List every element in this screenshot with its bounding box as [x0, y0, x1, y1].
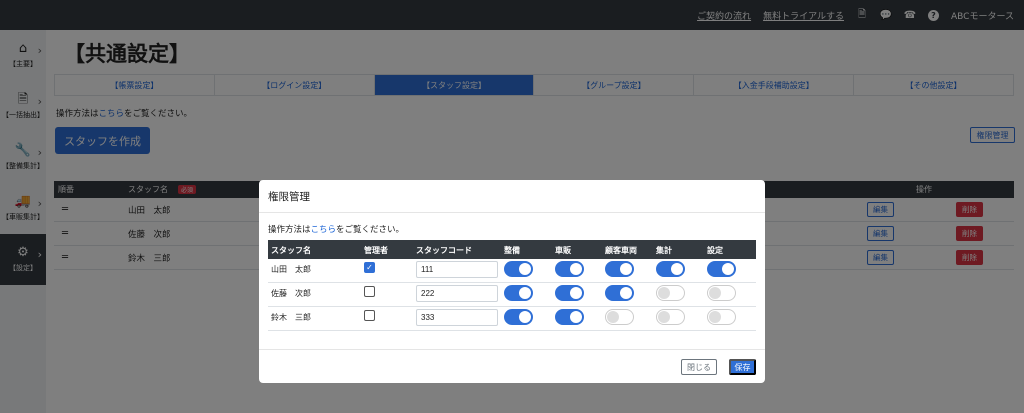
settings-toggle[interactable]: [707, 285, 736, 301]
sales-toggle[interactable]: [555, 261, 584, 277]
summary-toggle[interactable]: [656, 309, 685, 325]
toggle-knob: [620, 287, 632, 299]
maintenance-toggle[interactable]: [504, 309, 533, 325]
sales-toggle[interactable]: [555, 285, 584, 301]
admin-checkbox[interactable]: [364, 310, 375, 321]
staff-name: 佐藤 次郎: [271, 289, 311, 298]
staff-name: 山田 太郎: [271, 265, 311, 274]
col-summary: 集計: [656, 246, 672, 255]
howto-suffix: をご覧ください。: [336, 225, 405, 235]
permission-row: 鈴木 三郎: [268, 307, 756, 331]
maintenance-toggle[interactable]: [504, 285, 533, 301]
staff-name: 鈴木 三郎: [271, 313, 311, 322]
toggle-knob: [570, 263, 582, 275]
admin-checkbox[interactable]: [364, 286, 375, 297]
modal-howto-text: 操作方法はこちらをご覧ください。: [268, 223, 404, 235]
customer-vehicle-toggle[interactable]: [605, 309, 634, 325]
howto-link[interactable]: こちら: [311, 225, 337, 235]
toggle-knob: [658, 287, 670, 299]
col-staff-name: スタッフ名: [271, 246, 311, 255]
col-admin: 管理者: [364, 246, 388, 255]
toggle-knob: [519, 311, 531, 323]
col-maintenance: 整備: [504, 246, 520, 255]
toggle-knob: [570, 311, 582, 323]
summary-toggle[interactable]: [656, 261, 685, 277]
toggle-knob: [722, 263, 734, 275]
toggle-knob: [519, 263, 531, 275]
toggle-knob: [607, 311, 619, 323]
col-staff-code: スタッフコード: [416, 246, 472, 255]
close-button[interactable]: 閉じる: [681, 359, 717, 375]
staff-code-input[interactable]: [416, 261, 498, 278]
maintenance-toggle[interactable]: [504, 261, 533, 277]
settings-toggle[interactable]: [707, 309, 736, 325]
col-settings: 設定: [707, 246, 723, 255]
permission-modal: 権限管理 操作方法はこちらをご覧ください。 スタッフ名 管理者 スタッフコード …: [259, 180, 765, 383]
toggle-knob: [658, 311, 670, 323]
col-sales: 車販: [555, 246, 571, 255]
permission-table: スタッフ名 管理者 スタッフコード 整備 車販 顧客車両 集計 設定 山田 太郎…: [268, 240, 756, 331]
toggle-knob: [570, 287, 582, 299]
permission-rows: 山田 太郎 ✓ 佐藤 次郎鈴木 三郎: [268, 259, 756, 331]
settings-toggle[interactable]: [707, 261, 736, 277]
modal-title: 権限管理: [259, 180, 765, 213]
permission-row: 山田 太郎 ✓: [268, 259, 756, 283]
toggle-knob: [709, 311, 721, 323]
summary-toggle[interactable]: [656, 285, 685, 301]
howto-prefix: 操作方法は: [268, 225, 311, 235]
toggle-knob: [519, 287, 531, 299]
toggle-knob: [620, 263, 632, 275]
toggle-knob: [709, 287, 721, 299]
admin-checkbox[interactable]: ✓: [364, 262, 375, 273]
staff-code-input[interactable]: [416, 285, 498, 302]
staff-code-input[interactable]: [416, 309, 498, 326]
permission-table-header: スタッフ名 管理者 スタッフコード 整備 車販 顧客車両 集計 設定: [268, 240, 756, 259]
permission-row: 佐藤 次郎: [268, 283, 756, 307]
toggle-knob: [671, 263, 683, 275]
col-customer-vehicle: 顧客車両: [605, 246, 637, 255]
modal-footer: 閉じる 保存: [259, 349, 765, 383]
save-button[interactable]: 保存: [729, 359, 756, 375]
sales-toggle[interactable]: [555, 309, 584, 325]
customer-vehicle-toggle[interactable]: [605, 261, 634, 277]
customer-vehicle-toggle[interactable]: [605, 285, 634, 301]
